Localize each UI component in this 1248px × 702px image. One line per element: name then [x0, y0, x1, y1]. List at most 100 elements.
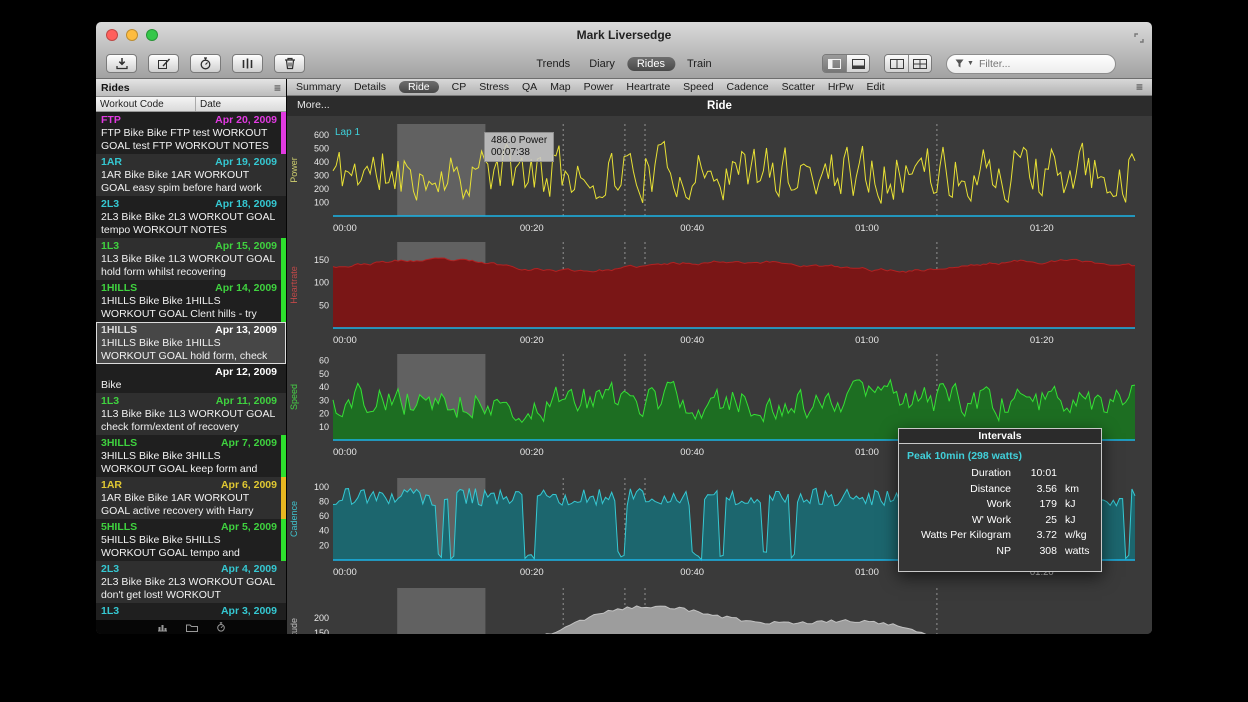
heartrate-plot[interactable]: 50100150Heartrate00:0000:2000:4001:0001:…: [287, 242, 1152, 352]
more-button[interactable]: More...: [297, 99, 330, 111]
svg-text:30: 30: [319, 395, 329, 405]
svg-text:00:00: 00:00: [333, 567, 357, 578]
stopwatch-icon: [199, 57, 212, 70]
chart-tab-stress[interactable]: Stress: [479, 81, 509, 93]
grid-view-button[interactable]: [908, 55, 931, 72]
chart-altitude[interactable]: 100150200Altitude: [287, 588, 1152, 634]
chart-tab-map[interactable]: Map: [550, 81, 570, 93]
view-tab-rides[interactable]: Rides: [627, 57, 675, 71]
chart-tabs: Summary Details Ride CP Stress QA Map Power Hear…: [287, 79, 1152, 96]
column-date[interactable]: Date: [196, 99, 221, 110]
sidebar-left-icon: [828, 59, 841, 69]
ride-list-item[interactable]: 1ARApr 6, 20091AR Bike Bike 1AR WORKOUT …: [96, 477, 286, 519]
ride-description: 1AR Bike Bike 1AR WORKOUT GOAL active re…: [101, 492, 277, 518]
ride-code: 3HILLS: [101, 437, 137, 450]
chart-tab-details[interactable]: Details: [354, 81, 386, 93]
chart-tab-speed[interactable]: Speed: [683, 81, 713, 93]
svg-text:00:20: 00:20: [520, 447, 544, 458]
ride-description: 1L3 Bike Bike 1L3 WORKOUT GOAL check for…: [101, 408, 277, 434]
svg-text:50: 50: [319, 300, 329, 310]
intervals-popup-title[interactable]: Intervals: [899, 429, 1101, 444]
interval-metric-text: 10:01: [1017, 466, 1057, 482]
filter-field[interactable]: ▼: [946, 54, 1116, 74]
power-plot[interactable]: 100200300400500600Power00:0000:2000:4001…: [287, 124, 1152, 240]
app-window: Mark Liversedge Trends Diary Rides Train: [96, 22, 1152, 634]
toggle-bottombar-button[interactable]: [846, 55, 869, 72]
chart-tab-edit[interactable]: Edit: [867, 81, 885, 93]
chart-tab-ride[interactable]: Ride: [399, 81, 439, 93]
view-tab-trends[interactable]: Trends: [529, 57, 577, 71]
ride-code: 2L3: [101, 198, 119, 211]
chart-tabs-menu-icon[interactable]: ≡: [1136, 82, 1143, 92]
chart-tab-heartrate[interactable]: Heartrate: [626, 81, 670, 93]
import-ride-button[interactable]: [106, 54, 137, 73]
ride-list-item[interactable]: 1HILLSApr 13, 20091HILLS Bike Bike 1HILL…: [96, 322, 286, 364]
toggle-sidebar-button[interactable]: [823, 55, 846, 72]
ride-list-item[interactable]: 1HILLSApr 14, 20091HILLS Bike Bike 1HILL…: [96, 280, 286, 322]
chart-icon[interactable]: [157, 623, 168, 632]
selection-region[interactable]: [397, 588, 485, 634]
sidebar-toggle-group: [822, 54, 870, 73]
chart-tab-cp[interactable]: CP: [452, 81, 467, 93]
titlebar[interactable]: Mark Liversedge: [96, 22, 1152, 48]
minimize-button[interactable]: [126, 29, 138, 41]
tiled-view-button[interactable]: [885, 55, 908, 72]
chart-tab-scatter[interactable]: Scatter: [782, 81, 815, 93]
svg-text:10: 10: [319, 422, 329, 432]
folder-icon[interactable]: [186, 623, 198, 632]
stopwatch-button[interactable]: [190, 54, 221, 73]
ride-list-item[interactable]: 3HILLSApr 7, 20093HILLS Bike Bike 3HILLS…: [96, 435, 286, 477]
chart-tab-hrpw[interactable]: HrPw: [828, 81, 854, 93]
column-workout-code[interactable]: Workout Code: [96, 97, 196, 111]
ride-list-item[interactable]: 1ARApr 19, 20091AR Bike Bike 1AR WORKOUT…: [96, 154, 286, 196]
interval-metric-text: Duration: [907, 466, 1017, 482]
ride-list-item[interactable]: 1L3Apr 11, 20091L3 Bike Bike 1L3 WORKOUT…: [96, 393, 286, 435]
trash-icon: [284, 57, 296, 70]
stopwatch-small-icon[interactable]: [216, 622, 226, 632]
ride-list-item[interactable]: Apr 12, 2009Bike: [96, 364, 286, 393]
ride-list-item[interactable]: FTPApr 20, 2009FTP Bike Bike FTP test WO…: [96, 112, 286, 154]
charts-region[interactable]: 100150200Altitude20406080100Cadence00:00…: [287, 116, 1152, 634]
find-intervals-button[interactable]: [232, 54, 263, 73]
chart-tab-cadence[interactable]: Cadence: [727, 81, 769, 93]
ride-list-item[interactable]: 1L3Apr 3, 2009: [96, 603, 286, 620]
interval-metric-text: w/kg: [1057, 528, 1093, 544]
svg-text:60: 60: [319, 511, 329, 521]
ride-list-item[interactable]: 2L3Apr 18, 20092L3 Bike Bike 2L3 WORKOUT…: [96, 196, 286, 238]
fullscreen-icon[interactable]: [1134, 30, 1144, 48]
svg-text:150: 150: [314, 628, 329, 634]
column-header[interactable]: Workout Code Date: [96, 97, 286, 112]
view-tab-train[interactable]: Train: [680, 57, 719, 71]
chart-power[interactable]: 100200300400500600Power00:0000:2000:4001…: [287, 124, 1152, 240]
svg-text:200: 200: [314, 184, 329, 194]
filter-input[interactable]: [977, 57, 1087, 71]
ride-list-item[interactable]: 5HILLSApr 5, 20095HILLS Bike Bike 5HILLS…: [96, 519, 286, 561]
ride-date: Apr 4, 2009: [221, 563, 277, 576]
svg-text:00:20: 00:20: [520, 223, 544, 234]
chart-heartrate[interactable]: 50100150Heartrate00:0000:2000:4001:0001:…: [287, 242, 1152, 352]
interval-metric-text: NP: [907, 544, 1017, 560]
close-button[interactable]: [106, 29, 118, 41]
grid-view-icon: [913, 59, 927, 69]
window-chrome: Mark Liversedge Trends Diary Rides Train: [96, 22, 1152, 79]
ride-color-strip: [281, 477, 286, 519]
ride-list-item[interactable]: 1L3Apr 15, 20091L3 Bike Bike 1L3 WORKOUT…: [96, 238, 286, 280]
svg-text:40: 40: [319, 382, 329, 392]
delete-ride-button[interactable]: [274, 54, 305, 73]
svg-text:01:00: 01:00: [855, 447, 879, 458]
interval-metric-text: 308: [1017, 544, 1057, 560]
manual-entry-button[interactable]: [148, 54, 179, 73]
ride-list-item[interactable]: 2L3Apr 4, 20092L3 Bike Bike 2L3 WORKOUT …: [96, 561, 286, 603]
view-tab-diary[interactable]: Diary: [582, 57, 622, 71]
window-title: Mark Liversedge: [96, 22, 1152, 48]
ride-list[interactable]: FTPApr 20, 2009FTP Bike Bike FTP test WO…: [96, 112, 286, 620]
interval-metric-text: W' Work: [907, 513, 1017, 529]
chart-tab-power[interactable]: Power: [584, 81, 614, 93]
svg-text:00:20: 00:20: [520, 567, 544, 578]
chart-tab-qa[interactable]: QA: [522, 81, 537, 93]
chart-tab-summary[interactable]: Summary: [296, 81, 341, 93]
altitude-plot[interactable]: 100150200Altitude: [287, 588, 1152, 634]
ride-code: 2L3: [101, 563, 119, 576]
sidebar-menu-icon[interactable]: ≡: [274, 83, 281, 93]
zoom-button[interactable]: [146, 29, 158, 41]
